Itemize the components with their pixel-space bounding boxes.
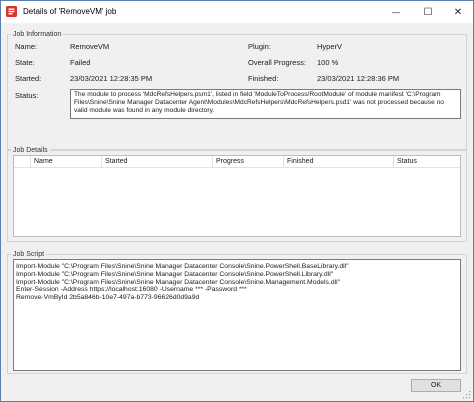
job-information-label: Job Information bbox=[11, 30, 64, 39]
script-line: Remove-VmById 2b5a846b-10e7-497a-b773-96… bbox=[16, 294, 200, 302]
finished-label: Finished: bbox=[248, 74, 279, 83]
state-label: State: bbox=[15, 58, 35, 67]
plugin-value: HyperV bbox=[317, 42, 343, 51]
title-bar[interactable]: Details of 'RemoveVM' job — ☐ ✕ bbox=[1, 1, 473, 23]
finished-value: 23/03/2021 12:28:36 PM bbox=[317, 74, 400, 83]
close-icon: ✕ bbox=[453, 6, 463, 18]
job-script-textbox[interactable]: Import-Module "C:\Program Files\Snine\Sn… bbox=[13, 259, 461, 371]
maximize-button[interactable]: ☐ bbox=[413, 1, 443, 23]
job-details-dialog: Details of 'RemoveVM' job — ☐ ✕ Job Info… bbox=[0, 0, 474, 402]
status-line: valid module was found in any module dir… bbox=[74, 107, 215, 114]
started-label: Started: bbox=[15, 74, 42, 83]
window-title: Details of 'RemoveVM' job bbox=[23, 7, 117, 16]
column-header-status[interactable]: Status bbox=[394, 156, 460, 168]
resize-grip-icon[interactable] bbox=[463, 391, 471, 399]
close-button[interactable]: ✕ bbox=[443, 1, 473, 23]
column-header-progress[interactable]: Progress bbox=[213, 156, 284, 168]
minimize-icon: — bbox=[392, 7, 400, 17]
minimize-button[interactable]: — bbox=[381, 1, 411, 23]
job-script-label: Job Script bbox=[11, 250, 47, 259]
status-line: Files\Snine\Snine Manager Datacenter Age… bbox=[74, 99, 444, 106]
script-line: Enter-Session -Address https://localhost… bbox=[16, 286, 247, 294]
script-line: Import-Module "C:\Program Files\Snine\Sn… bbox=[16, 270, 334, 278]
job-details-table[interactable]: Name Started Progress Finished Status bbox=[13, 155, 461, 237]
status-label: Status: bbox=[15, 91, 39, 100]
job-details-label: Job Details bbox=[11, 146, 50, 155]
script-line: Import-Module "C:\Program Files\Snine\Sn… bbox=[16, 263, 349, 270]
maximize-icon: ☐ bbox=[423, 6, 433, 18]
overall-progress-value: 100 % bbox=[317, 58, 339, 67]
table-header: Name Started Progress Finished Status bbox=[14, 156, 460, 168]
row-header-cell bbox=[14, 156, 31, 168]
plugin-label: Plugin: bbox=[248, 42, 271, 51]
name-value: RemoveVM bbox=[70, 42, 110, 51]
name-label: Name: bbox=[15, 42, 38, 51]
started-value: 23/03/2021 12:28:35 PM bbox=[70, 74, 153, 83]
app-icon bbox=[6, 6, 17, 17]
state-value: Failed bbox=[70, 58, 91, 67]
column-header-name[interactable]: Name bbox=[31, 156, 102, 168]
overall-progress-label: Overall Progress: bbox=[248, 58, 306, 67]
status-textbox[interactable]: The module to process 'MdcRefsHelpers.ps… bbox=[70, 89, 461, 119]
script-line: Import-Module "C:\Program Files\Snine\Sn… bbox=[16, 278, 341, 286]
column-header-finished[interactable]: Finished bbox=[284, 156, 394, 168]
column-header-started[interactable]: Started bbox=[102, 156, 213, 168]
status-line: The module to process 'MdcRefsHelpers.ps… bbox=[74, 91, 441, 98]
ok-button[interactable]: OK bbox=[411, 379, 461, 392]
